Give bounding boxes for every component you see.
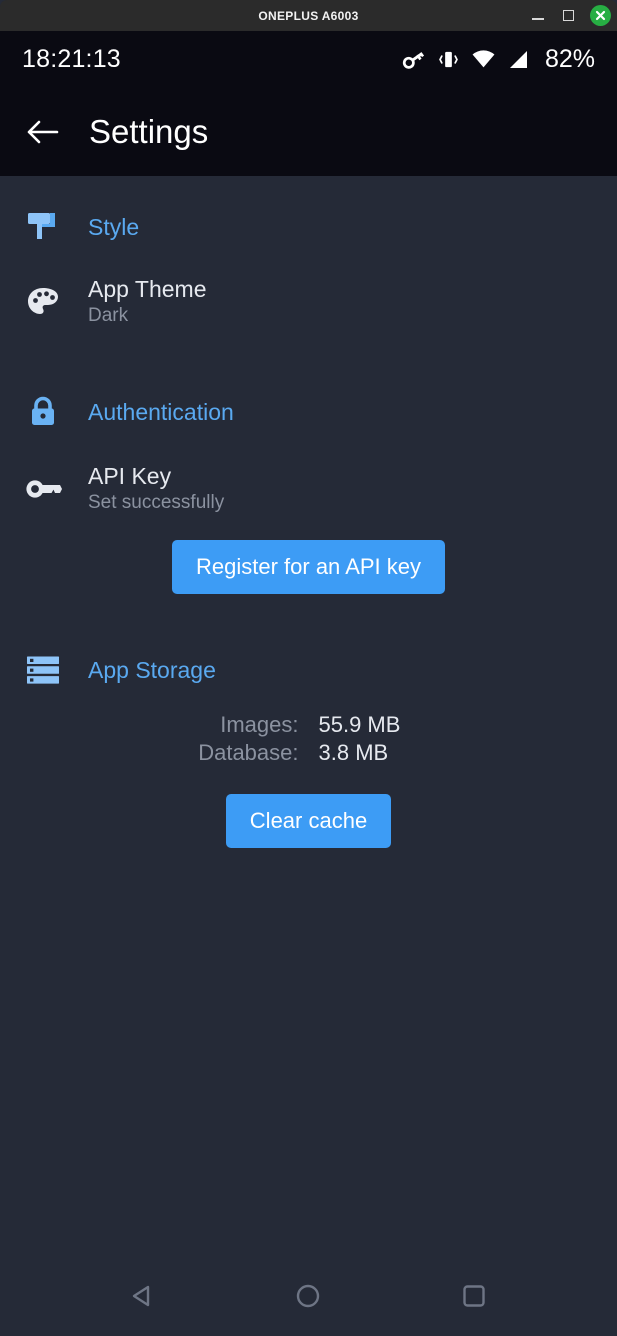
storage-row-database: Database: 3.8 MB: [0, 740, 617, 766]
section-title-app-storage: App Storage: [88, 656, 216, 683]
row-app-theme[interactable]: App Theme Dark: [0, 276, 617, 327]
app-theme-value: Dark: [88, 305, 129, 326]
lock-icon-wrap: [24, 393, 88, 431]
app-theme-text: App Theme Dark: [88, 276, 206, 327]
cellular-signal-icon: [509, 50, 527, 68]
android-status-bar: 18:21:13 82%: [0, 31, 617, 88]
storage-label-images: Images:: [220, 712, 299, 737]
register-api-key-button[interactable]: Register for an API key: [172, 540, 445, 594]
paint-roller-icon: [28, 213, 55, 239]
nav-home-button[interactable]: [278, 1266, 338, 1326]
status-clock: 18:21:13: [22, 45, 121, 73]
app-bar: Settings: [0, 88, 617, 176]
recents-square-icon: [463, 1284, 485, 1307]
minimize-window-button[interactable]: [530, 8, 546, 24]
section-header-style: Style: [0, 208, 617, 246]
storage-usage-table: Images: 55.9 MB Database: 3.8 MB: [0, 712, 617, 766]
close-icon: [595, 10, 606, 21]
nav-recents-button[interactable]: [444, 1266, 504, 1326]
lock-icon: [32, 396, 54, 425]
arrow-left-icon[interactable]: [26, 117, 60, 147]
storage-row-images: Images: 55.9 MB: [0, 712, 617, 738]
row-api-key[interactable]: API Key Set successfully: [0, 463, 617, 514]
nav-back-button[interactable]: [113, 1266, 173, 1326]
key-icon: [26, 479, 62, 498]
storage-icon: [27, 656, 59, 684]
clear-cache-button[interactable]: Clear cache: [225, 794, 392, 848]
palette-icon-wrap: [24, 283, 88, 321]
battery-percentage: 82%: [544, 45, 595, 73]
vpn-key-icon: [402, 52, 425, 69]
back-triangle-icon: [132, 1285, 150, 1306]
app-theme-title: App Theme: [88, 276, 207, 302]
status-icon-group: 82%: [401, 45, 595, 74]
palette-icon: [28, 287, 58, 314]
settings-content: Style App Theme Dark Authentication API …: [0, 176, 617, 1255]
window-title-bar: ONEPLUS A6003: [0, 0, 617, 31]
clear-cache-button-wrap: Clear cache: [0, 794, 617, 848]
key-icon-wrap: [24, 472, 88, 506]
phone-mirror-window: ONEPLUS A6003 18:21:13 82% Settings Styl…: [0, 0, 617, 1336]
paint-roller-icon-wrap: [24, 208, 88, 246]
maximize-window-button[interactable]: [560, 8, 576, 24]
api-key-text: API Key Set successfully: [88, 463, 224, 514]
window-controls: [530, 0, 611, 31]
api-key-status: Set successfully: [88, 492, 225, 513]
api-key-title: API Key: [88, 463, 172, 489]
storage-icon-wrap: [24, 654, 88, 686]
storage-value-database: 3.8 MB: [318, 740, 389, 765]
section-header-authentication: Authentication: [0, 393, 617, 431]
section-title-authentication: Authentication: [88, 398, 234, 425]
vibrate-icon: [439, 51, 458, 68]
register-api-key-button-wrap: Register for an API key: [0, 540, 617, 594]
storage-value-images: 55.9 MB: [318, 712, 401, 737]
home-circle-icon: [297, 1284, 320, 1307]
section-title-style: Style: [88, 213, 140, 240]
window-title: ONEPLUS A6003: [258, 8, 359, 23]
android-nav-bar: [0, 1255, 617, 1336]
section-header-app-storage: App Storage: [0, 654, 617, 686]
page-title: Settings: [89, 113, 209, 150]
wifi-icon: [472, 50, 495, 68]
storage-label-database: Database:: [198, 740, 299, 765]
close-window-button[interactable]: [590, 5, 611, 26]
